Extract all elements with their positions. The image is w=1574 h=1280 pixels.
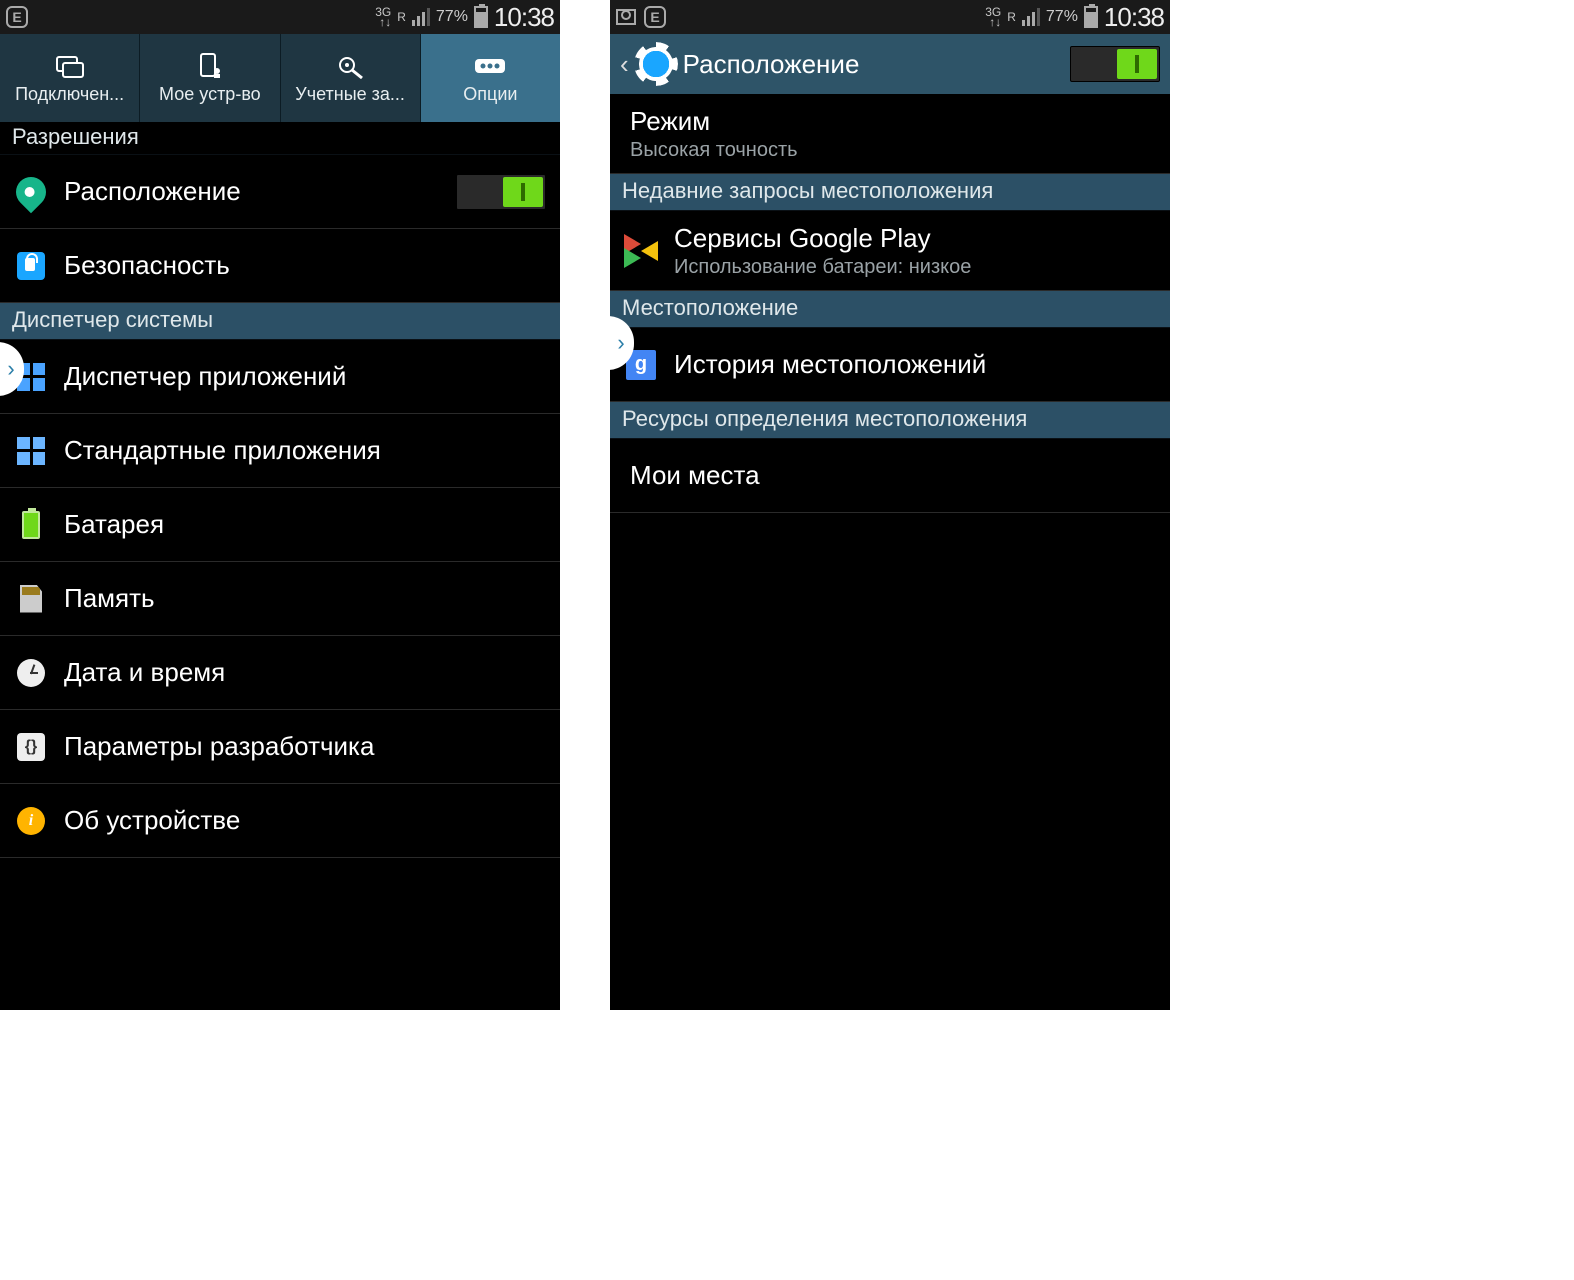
row-location-history[interactable]: g История местоположений	[610, 328, 1170, 402]
roaming-icon: R	[1007, 12, 1016, 22]
row-about[interactable]: i Об устройстве	[0, 784, 560, 858]
roaming-icon: R	[397, 12, 406, 22]
row-memory[interactable]: Память	[0, 562, 560, 636]
back-icon[interactable]: ‹	[620, 49, 629, 80]
tab-label: Учетные за...	[285, 84, 416, 105]
row-my-places[interactable]: Мои места	[610, 439, 1170, 513]
row-label: Об устройстве	[64, 805, 240, 836]
network-3g-icon: 3G↑↓	[375, 7, 391, 27]
row-label: Безопасность	[64, 250, 230, 281]
edge-icon: E	[6, 6, 28, 28]
row-datetime[interactable]: Дата и время	[0, 636, 560, 710]
location-master-toggle[interactable]	[1070, 46, 1160, 82]
location-pin-icon	[14, 177, 48, 207]
location-toggle[interactable]	[456, 174, 546, 210]
row-mode[interactable]: Режим Высокая точность	[610, 94, 1170, 174]
tab-my-device[interactable]: Мое устр-во	[140, 34, 280, 122]
edge-icon: E	[644, 6, 666, 28]
tab-label: Подключен...	[4, 84, 135, 105]
battery-icon	[14, 511, 48, 539]
lock-icon	[14, 252, 48, 280]
section-location: Местоположение	[610, 291, 1170, 328]
row-security[interactable]: Безопасность	[0, 229, 560, 303]
row-label: Расположение	[64, 176, 241, 207]
section-system-manager: Диспетчер системы	[0, 303, 560, 340]
tab-accounts[interactable]: Учетные за...	[281, 34, 421, 122]
row-location[interactable]: Расположение	[0, 155, 560, 229]
row-label: Память	[64, 583, 155, 614]
status-bar: E 3G↑↓ R 77% 10:38	[0, 0, 560, 34]
row-label: Режим	[630, 106, 710, 137]
row-google-play-services[interactable]: Сервисы Google Play Использование батаре…	[610, 211, 1170, 291]
row-subtitle: Высокая точность	[630, 139, 798, 162]
options-icon	[473, 52, 507, 80]
row-label: Диспетчер приложений	[64, 361, 346, 392]
row-label: Параметры разработчика	[64, 731, 374, 762]
accounts-icon	[333, 52, 367, 80]
tab-options[interactable]: Опции	[421, 34, 560, 122]
connections-icon	[53, 52, 87, 80]
section-permissions: Разрешения	[0, 122, 560, 155]
tab-label: Мое устр-во	[144, 84, 275, 105]
page-title: Расположение	[683, 49, 860, 80]
battery-icon	[1084, 6, 1098, 28]
settings-tabs: Подключен... Мое устр-во Учетные за... О…	[0, 34, 560, 122]
row-label: Дата и время	[64, 657, 225, 688]
row-label: История местоположений	[674, 349, 986, 380]
network-3g-icon: 3G↑↓	[985, 7, 1001, 27]
screen-settings-options: E 3G↑↓ R 77% 10:38 Подключен...	[0, 0, 560, 1010]
tab-connections[interactable]: Подключен...	[0, 34, 140, 122]
grid-icon	[14, 437, 48, 465]
row-battery[interactable]: Батарея	[0, 488, 560, 562]
row-label: Стандартные приложения	[64, 435, 381, 466]
status-bar: E 3G↑↓ R 77% 10:38	[610, 0, 1170, 34]
screenshot-icon	[616, 9, 636, 25]
title-bar: ‹ Расположение	[610, 34, 1170, 94]
section-location-sources: Ресурсы определения местоположения	[610, 402, 1170, 439]
row-label: Батарея	[64, 509, 164, 540]
battery-percent: 77%	[1046, 8, 1078, 26]
battery-icon	[474, 6, 488, 28]
row-label: Сервисы Google Play	[674, 223, 971, 254]
clock: 10:38	[1104, 2, 1164, 33]
sd-card-icon	[14, 585, 48, 613]
row-developer[interactable]: {} Параметры разработчика	[0, 710, 560, 784]
signal-icon	[412, 8, 430, 26]
play-store-icon	[624, 234, 658, 268]
screen-location-settings: E 3G↑↓ R 77% 10:38 ‹ Расположение Режим …	[610, 0, 1170, 1010]
my-device-icon	[193, 52, 227, 80]
row-subtitle: Использование батареи: низкое	[674, 256, 971, 279]
battery-percent: 77%	[436, 8, 468, 26]
info-icon: i	[14, 807, 48, 835]
braces-icon: {}	[14, 733, 48, 761]
row-default-apps[interactable]: Стандартные приложения	[0, 414, 560, 488]
row-app-manager[interactable]: Диспетчер приложений	[0, 340, 560, 414]
clock-icon	[14, 659, 48, 687]
row-label: Мои места	[630, 460, 760, 491]
signal-icon	[1022, 8, 1040, 26]
section-recent-requests: Недавние запросы местоположения	[610, 174, 1170, 211]
clock: 10:38	[494, 2, 554, 33]
tab-label: Опции	[425, 84, 556, 105]
gear-icon	[639, 47, 673, 81]
